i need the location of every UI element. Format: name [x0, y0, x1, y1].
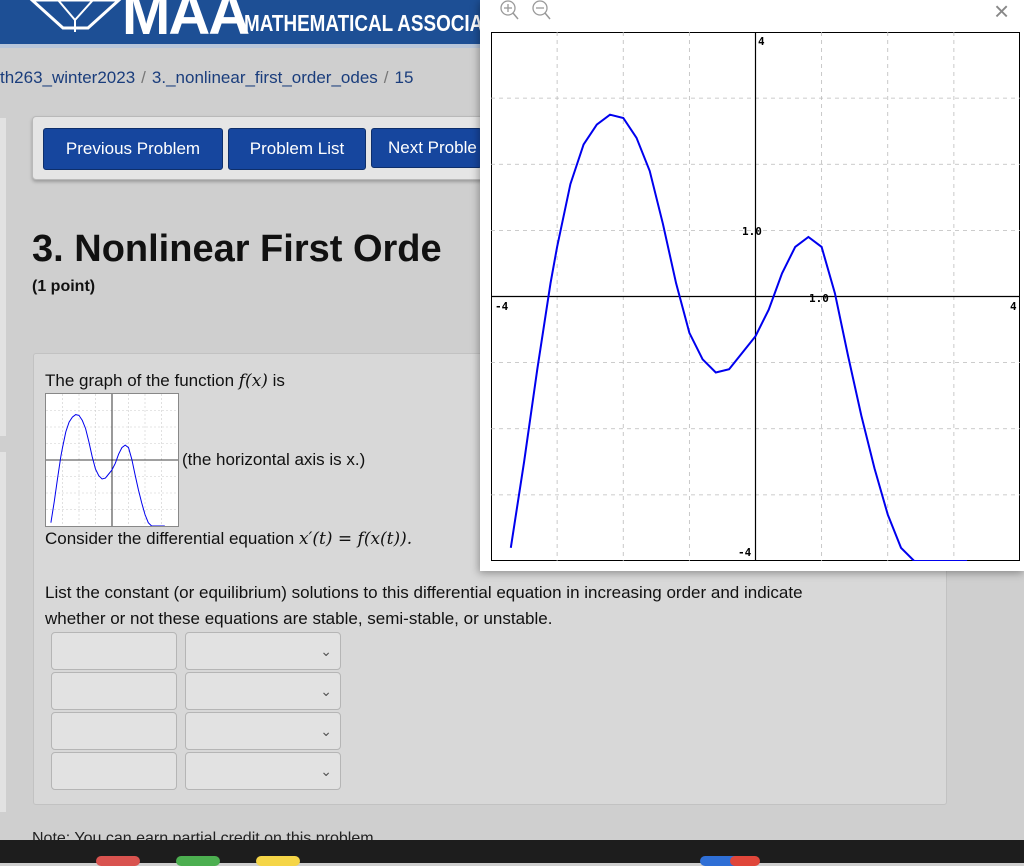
function-graph: -4 4 4 -4 1.0 1.0 [491, 32, 1020, 561]
stability-select-3[interactable]: ⌄ [185, 712, 341, 750]
problem-list-button[interactable]: Problem List [228, 128, 366, 170]
breadcrumb: th263_winter2023 / 3._nonlinear_first_orde… [0, 68, 413, 88]
close-icon[interactable]: × [994, 0, 1009, 27]
chevron-down-icon: ⌄ [320, 683, 332, 699]
sidebar-edge [0, 118, 6, 436]
dock-app-icon[interactable] [96, 856, 140, 866]
breadcrumb-separator: / [383, 68, 389, 87]
y-min-label: -4 [738, 546, 752, 559]
dock-app-icon[interactable] [176, 856, 220, 866]
chevron-down-icon: ⌄ [320, 723, 332, 739]
graph-is: is [272, 371, 285, 390]
x-max-label: 4 [1010, 300, 1017, 313]
problem-points: (1 point) [32, 278, 96, 295]
graph-intro-text: The graph of the function f(x) is [45, 371, 285, 391]
stability-select-1[interactable]: ⌄ [185, 632, 341, 670]
org-name: MATHEMATICAL ASSOCIATI [244, 10, 499, 36]
graph-intro: The graph of the function [45, 371, 235, 390]
stability-select-4[interactable]: ⌄ [185, 752, 341, 790]
os-dock [0, 840, 1024, 863]
stability-select-2[interactable]: ⌄ [185, 672, 341, 710]
function-notation: f(x) [238, 371, 268, 391]
equilibrium-input-2[interactable] [51, 672, 177, 710]
previous-problem-button[interactable]: Previous Problem [43, 128, 223, 170]
equilibrium-input-1[interactable] [51, 632, 177, 670]
breadcrumb-problem: 15 [394, 68, 414, 87]
axis-note: (the horizontal axis is x.) [182, 450, 366, 469]
logo-text: MAA [122, 0, 250, 47]
instructions-line-2: whether or not these equations are stabl… [45, 609, 553, 628]
equilibrium-input-3[interactable] [51, 712, 177, 750]
next-problem-button[interactable]: Next Proble [371, 128, 482, 168]
dock-app-icon[interactable] [730, 856, 760, 866]
dock-app-icon[interactable] [256, 856, 300, 866]
differential-equation: x′(t) = f(x(t)). [298, 529, 413, 549]
y-mark-label: 1.0 [742, 225, 762, 238]
x-min-label: -4 [495, 300, 509, 313]
equilibrium-input-4[interactable] [51, 752, 177, 790]
consider-text: Consider the differential equation [45, 529, 295, 548]
zoom-in-icon[interactable] [497, 0, 521, 22]
header-stripe [0, 44, 482, 48]
instructions-line-1: List the constant (or equilibrium) solut… [45, 583, 803, 602]
zoom-out-icon[interactable] [529, 0, 553, 22]
maa-logo-icon [29, 0, 122, 32]
breadcrumb-separator: / [141, 68, 146, 87]
graph-thumbnail[interactable] [45, 393, 179, 527]
equation-line: Consider the differential equation x′(t)… [45, 529, 412, 549]
y-max-label: 4 [758, 35, 765, 48]
breadcrumb-set[interactable]: 3._nonlinear_first_order_odes [152, 68, 378, 87]
chevron-down-icon: ⌄ [320, 763, 332, 779]
sidebar-edge [0, 452, 6, 812]
page-title: 3. Nonlinear First Orde [32, 228, 442, 270]
x-mark-label: 1.0 [809, 292, 829, 305]
chevron-down-icon: ⌄ [320, 643, 332, 659]
breadcrumb-course[interactable]: th263_winter2023 [0, 68, 135, 87]
